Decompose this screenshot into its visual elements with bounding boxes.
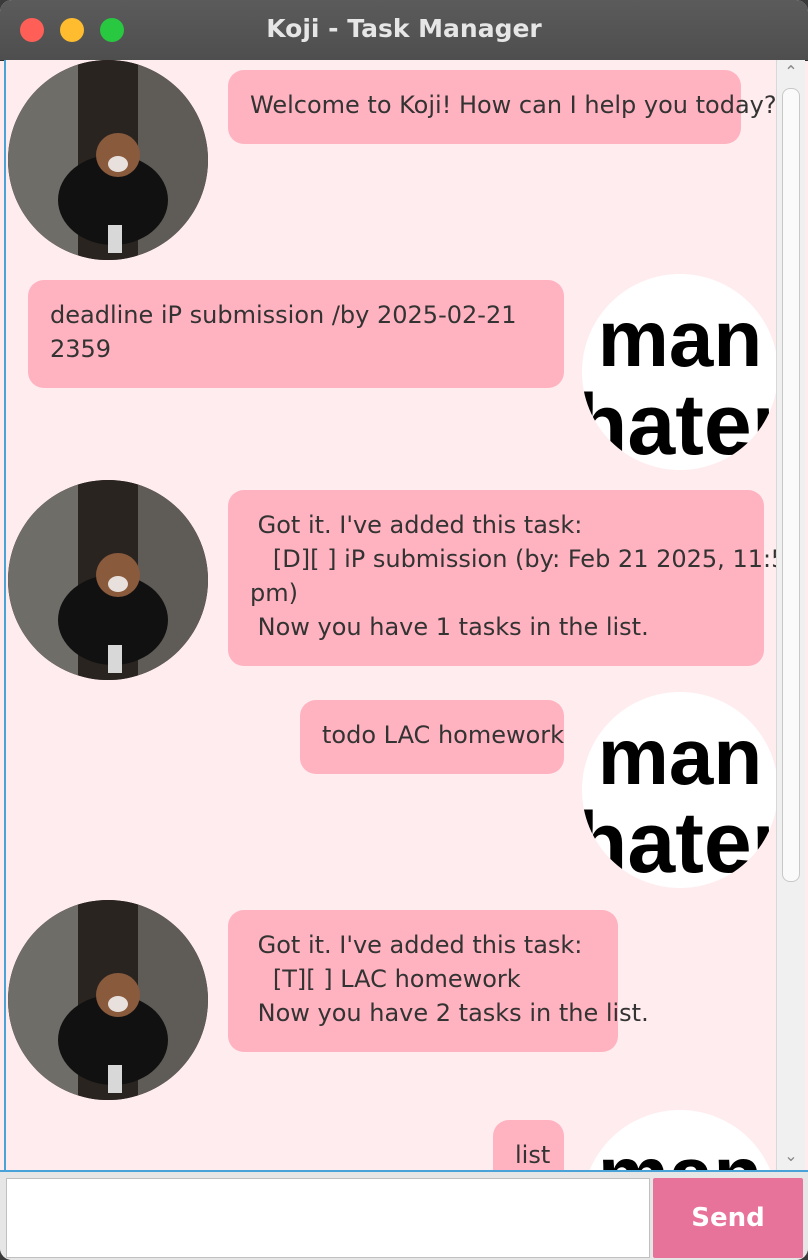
message-text: Got it. I've added this task:	[250, 511, 583, 539]
message-input[interactable]	[6, 1178, 650, 1258]
user-message-bubble: list	[493, 1120, 564, 1170]
koji-message-bubble: Welcome to Koji! How can I help you toda…	[228, 70, 777, 144]
window-title: Koji - Task Manager	[266, 14, 542, 43]
input-bar: Send	[0, 1170, 808, 1260]
koji-message-bubble: Got it. I've added this task: [D][ ] iP …	[228, 490, 778, 666]
koji-message-bubble: Got it. I've added this task: [T][ ] LAC…	[228, 910, 649, 1052]
dialog-container[interactable]: Welcome to Koji! How can I help you toda…	[4, 60, 778, 1170]
avatar-text-top: man	[598, 294, 763, 383]
title-bar: Koji - Task Manager	[0, 0, 808, 61]
message-text: todo LAC homework	[322, 721, 565, 749]
message-text: deadline iP submission /by 2025-02-21	[50, 301, 517, 329]
user-avatar: man hater	[582, 692, 778, 888]
scroll-thumb[interactable]	[782, 88, 800, 882]
scroll-down-icon[interactable]: ⌄	[783, 1148, 799, 1164]
app-window: Koji - Task Manager Welcome to Koji! How…	[0, 0, 808, 1260]
user-message-bubble: todo LAC homework	[300, 700, 564, 774]
scroll-up-icon[interactable]: ⌃	[783, 64, 799, 80]
user-avatar: man hater	[582, 1110, 778, 1170]
user-avatar: man hater	[582, 274, 778, 470]
user-message-bubble: deadline iP submission /by 2025-02-21 23…	[28, 280, 564, 388]
message-text: list	[515, 1141, 551, 1169]
message-text: Now you have 1 tasks in the list.	[250, 613, 649, 641]
avatar-text-top: man	[598, 1130, 763, 1170]
send-button[interactable]: Send	[653, 1178, 803, 1258]
avatar-text-bottom: hater	[582, 377, 778, 470]
message-text: [T][ ] LAC homework	[250, 965, 521, 993]
vertical-scrollbar[interactable]: ⌃ ⌄	[776, 60, 805, 1170]
message-text: Now you have 2 tasks in the list.	[250, 999, 649, 1027]
koji-avatar	[8, 60, 208, 260]
message-text: Welcome to Koji! How can I help you toda…	[250, 91, 777, 119]
message-text: pm)	[250, 579, 298, 607]
avatar-text-top: man	[598, 712, 763, 801]
message-text: [D][ ] iP submission (by: Feb 21 2025, 1…	[250, 545, 778, 573]
koji-avatar	[8, 480, 208, 680]
avatar-text-bottom: hater	[582, 795, 778, 888]
message-text: Got it. I've added this task:	[250, 931, 583, 959]
message-text: 2359	[50, 335, 112, 363]
koji-avatar	[8, 900, 208, 1100]
